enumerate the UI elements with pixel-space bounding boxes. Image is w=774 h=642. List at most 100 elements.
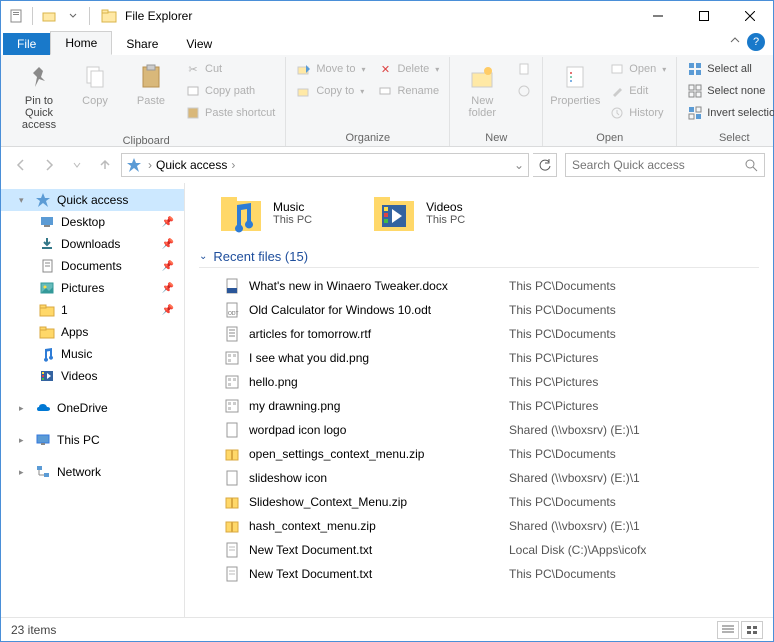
file-row[interactable]: my drawning.pngThis PC\Pictures	[199, 394, 759, 418]
select-all-button[interactable]: Select all	[683, 59, 774, 79]
paste-button[interactable]: Paste	[125, 59, 177, 109]
file-row[interactable]: ODTOld Calculator for Windows 10.odtThis…	[199, 298, 759, 322]
copy-button[interactable]: Copy	[69, 59, 121, 109]
file-row[interactable]: What's new in Winaero Tweaker.docxThis P…	[199, 274, 759, 298]
qat-dropdown-icon[interactable]	[62, 5, 84, 27]
file-row[interactable]: I see what you did.pngThis PC\Pictures	[199, 346, 759, 370]
new-folder-button[interactable]: New folder	[456, 59, 508, 121]
properties-button[interactable]: Properties	[549, 59, 601, 109]
maximize-button[interactable]	[681, 1, 727, 31]
chevron-down-icon: ▾	[662, 65, 666, 74]
tab-home[interactable]: Home	[50, 31, 112, 55]
file-row[interactable]: open_settings_context_menu.zipThis PC\Do…	[199, 442, 759, 466]
breadcrumb-dropdown-icon[interactable]: ⌄	[514, 158, 524, 172]
sidebar-item[interactable]: Desktop📌	[1, 211, 184, 233]
sidebar-item[interactable]: Apps	[1, 321, 184, 343]
file-row[interactable]: New Text Document.txtLocal Disk (C:)\App…	[199, 538, 759, 562]
file-row[interactable]: hello.pngThis PC\Pictures	[199, 370, 759, 394]
expand-icon[interactable]: ▸	[19, 435, 29, 446]
qat-new-folder-icon[interactable]	[38, 5, 60, 27]
sidebar-quick-access[interactable]: ▾ Quick access	[1, 189, 184, 211]
file-row[interactable]: articles for tomorrow.rtfThis PC\Documen…	[199, 322, 759, 346]
help-button[interactable]: ?	[747, 33, 765, 51]
rename-icon	[377, 83, 393, 99]
copy-path-button[interactable]: Copy path	[181, 81, 279, 101]
recent-files-header[interactable]: ⌄ Recent files (15)	[199, 249, 759, 268]
sidebar-item[interactable]: Documents📌	[1, 255, 184, 277]
large-icons-view-button[interactable]	[741, 621, 763, 639]
properties-icon	[559, 61, 591, 93]
forward-button[interactable]	[37, 153, 61, 177]
new-item-button[interactable]	[512, 59, 536, 79]
sidebar-this-pc[interactable]: ▸ This PC	[1, 429, 184, 451]
up-button[interactable]	[93, 153, 117, 177]
downloads-icon	[39, 236, 55, 252]
titlebar: File Explorer	[1, 1, 773, 31]
paste-shortcut-button[interactable]: Paste shortcut	[181, 103, 279, 123]
collapse-icon[interactable]: ▾	[19, 195, 29, 206]
minimize-button[interactable]	[635, 1, 681, 31]
delete-button[interactable]: ✕Delete▾	[373, 59, 443, 79]
folder-icon	[39, 302, 55, 318]
move-to-button[interactable]: Move to▾	[292, 59, 369, 79]
sidebar-onedrive[interactable]: ▸ OneDrive	[1, 397, 184, 419]
file-row[interactable]: wordpad icon logoShared (\\vboxsrv) (E:)…	[199, 418, 759, 442]
copy-path-icon	[185, 83, 201, 99]
chevron-right-icon[interactable]: ›	[146, 158, 154, 172]
docx-icon	[223, 277, 241, 295]
search-input[interactable]	[572, 158, 744, 172]
file-row[interactable]: Slideshow_Context_Menu.zipThis PC\Docume…	[199, 490, 759, 514]
rename-button[interactable]: Rename	[373, 81, 443, 101]
sidebar-item[interactable]: Music	[1, 343, 184, 365]
tab-file[interactable]: File	[3, 33, 50, 55]
tab-share[interactable]: Share	[112, 33, 172, 55]
separator	[89, 7, 90, 25]
refresh-button[interactable]	[533, 153, 557, 177]
copy-icon	[79, 61, 111, 93]
breadcrumb[interactable]: › Quick access › ⌄	[121, 153, 529, 177]
expand-icon[interactable]: ▸	[19, 403, 29, 414]
easy-access-button[interactable]	[512, 81, 536, 101]
edit-button[interactable]: Edit	[605, 81, 670, 101]
file-row[interactable]: New Text Document.txtThis PC\Documents	[199, 562, 759, 586]
file-row[interactable]: hash_context_menu.zipShared (\\vboxsrv) …	[199, 514, 759, 538]
open-button[interactable]: Open▾	[605, 59, 670, 79]
odt-icon: ODT	[223, 301, 241, 319]
quick-access-icon	[35, 192, 51, 208]
collapse-ribbon-icon[interactable]	[729, 35, 741, 47]
folder-tile[interactable]: MusicThis PC	[219, 191, 312, 235]
address-bar: › Quick access › ⌄	[1, 147, 773, 183]
history-icon	[609, 105, 625, 121]
pin-to-quick-access-button[interactable]: Pin to Quick access	[13, 59, 65, 133]
music-icon	[39, 346, 55, 362]
delete-icon: ✕	[377, 61, 393, 77]
quick-access-toolbar	[1, 5, 97, 27]
close-button[interactable]	[727, 1, 773, 31]
sidebar-item[interactable]: Downloads📌	[1, 233, 184, 255]
back-button[interactable]	[9, 153, 33, 177]
file-list: What's new in Winaero Tweaker.docxThis P…	[199, 274, 759, 586]
file-row[interactable]: slideshow iconShared (\\vboxsrv) (E:)\1	[199, 466, 759, 490]
breadcrumb-item[interactable]: Quick access	[156, 158, 227, 172]
tab-view[interactable]: View	[172, 33, 226, 55]
copy-to-button[interactable]: Copy to▾	[292, 81, 369, 101]
sidebar-item[interactable]: Videos	[1, 365, 184, 387]
sidebar-item[interactable]: Pictures📌	[1, 277, 184, 299]
invert-selection-button[interactable]: Invert selection	[683, 103, 774, 123]
chevron-right-icon[interactable]: ›	[229, 158, 237, 172]
qat-properties-icon[interactable]	[5, 5, 27, 27]
move-to-icon	[296, 61, 312, 77]
folder-tile[interactable]: VideosThis PC	[372, 191, 465, 235]
cut-button[interactable]: ✂Cut	[181, 59, 279, 79]
select-none-button[interactable]: Select none	[683, 81, 774, 101]
search-box[interactable]	[565, 153, 765, 177]
expand-icon[interactable]: ▸	[19, 467, 29, 478]
frequent-folders: MusicThis PC VideosThis PC	[219, 191, 759, 235]
recent-locations-button[interactable]	[65, 153, 89, 177]
item-count: 23 items	[11, 623, 56, 637]
sidebar-network[interactable]: ▸ Network	[1, 461, 184, 483]
details-view-button[interactable]	[717, 621, 739, 639]
history-button[interactable]: History	[605, 103, 670, 123]
ribbon-group-clipboard: Pin to Quick access Copy Paste ✂Cut Copy…	[7, 57, 286, 146]
sidebar-item[interactable]: 1📌	[1, 299, 184, 321]
